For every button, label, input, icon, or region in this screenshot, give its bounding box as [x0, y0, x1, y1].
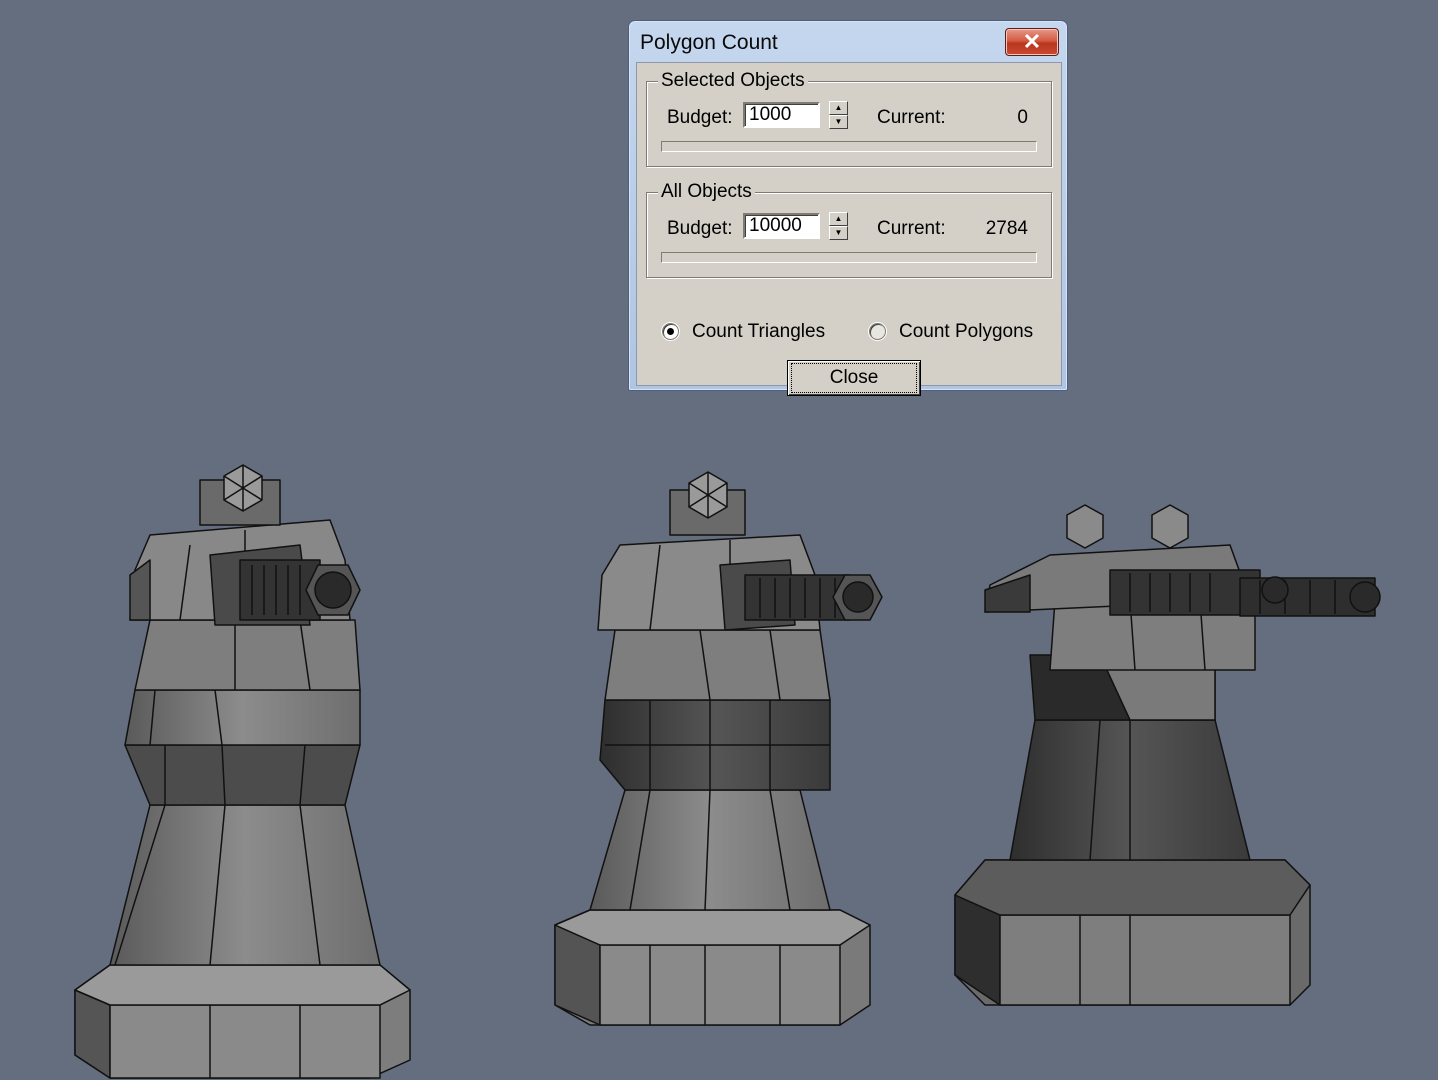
- count-triangles-label: Count Triangles: [692, 321, 826, 342]
- selected-budget-label: Budget:: [667, 107, 733, 128]
- all-current-label: Current:: [877, 218, 946, 239]
- all-objects-group: All Objects Budget: ▲ ▼ Current: 2784: [646, 181, 1052, 278]
- spin-up-icon[interactable]: ▲: [829, 212, 848, 226]
- all-objects-legend: All Objects: [658, 181, 755, 203]
- count-polygons-radio[interactable]: [869, 323, 886, 340]
- selected-budget-input[interactable]: [743, 102, 820, 128]
- spin-down-icon[interactable]: ▼: [829, 226, 848, 240]
- selected-budget-spinner: ▲ ▼: [829, 101, 848, 129]
- all-budget-spinner: ▲ ▼: [829, 212, 848, 240]
- selected-objects-legend: Selected Objects: [658, 70, 808, 92]
- turret-model-high[interactable]: [954, 504, 1381, 1006]
- spin-down-icon[interactable]: ▼: [829, 115, 848, 129]
- selected-progress-bar: [661, 141, 1037, 152]
- turret-model-medium[interactable]: [554, 471, 883, 1026]
- close-button-label: Close: [790, 363, 918, 393]
- titlebar-close-button[interactable]: ✕: [1005, 28, 1059, 56]
- selected-current-value: 0: [1017, 107, 1028, 128]
- count-triangles-radio[interactable]: [662, 323, 679, 340]
- turret-model-low[interactable]: [74, 464, 411, 1079]
- all-budget-label: Budget:: [667, 218, 733, 239]
- dialog-client-area: Selected Objects Budget: ▲ ▼ Current: 0 …: [636, 62, 1062, 396]
- selected-current-label: Current:: [877, 107, 946, 128]
- dialog-titlebar[interactable]: Polygon Count ✕: [629, 21, 1067, 63]
- close-icon: ✕: [1022, 29, 1042, 54]
- spin-up-icon[interactable]: ▲: [829, 101, 848, 115]
- all-current-value: 2784: [985, 218, 1028, 239]
- selected-objects-group: Selected Objects Budget: ▲ ▼ Current: 0: [646, 70, 1052, 167]
- all-budget-input[interactable]: [743, 213, 820, 239]
- close-button[interactable]: Close: [787, 360, 921, 396]
- count-polygons-label: Count Polygons: [899, 321, 1034, 342]
- all-progress-bar: [661, 252, 1037, 263]
- polygon-count-dialog: Polygon Count ✕ Selected Objects Budget:…: [628, 20, 1068, 396]
- dialog-title: Polygon Count: [640, 31, 778, 54]
